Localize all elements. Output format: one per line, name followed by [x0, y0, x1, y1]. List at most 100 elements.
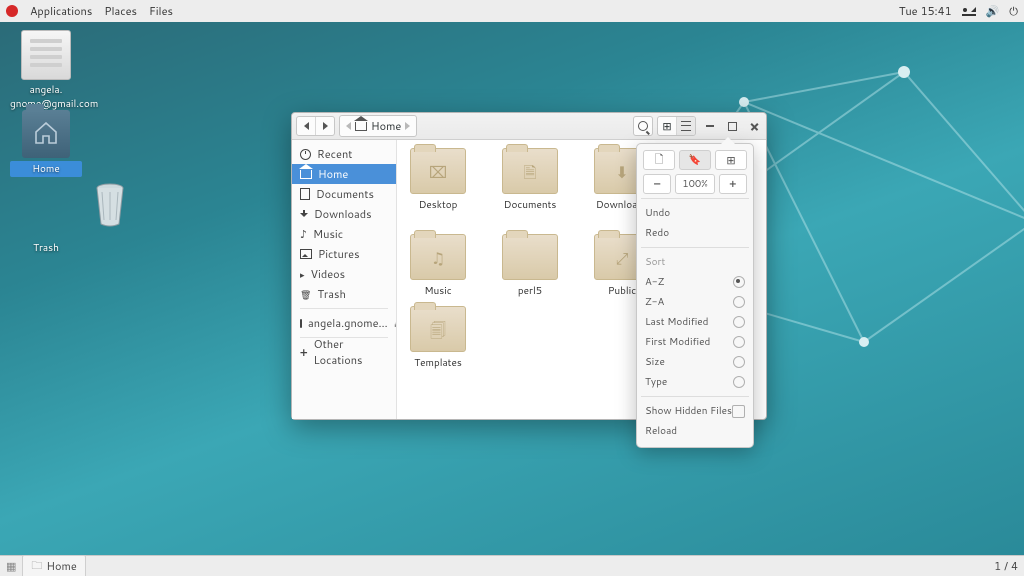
sidebar-item-videos[interactable]: Videos	[292, 264, 396, 284]
bottom-taskbar: ▦ 🗀 Home 1 / 4	[0, 555, 1024, 576]
menu-places[interactable]: Places	[104, 3, 137, 19]
plus-icon	[300, 344, 308, 360]
note-icon	[300, 226, 307, 242]
new-folder-icon	[655, 151, 664, 170]
sort-option-first-modified[interactable]: First Modified	[643, 332, 747, 352]
view-grid-button[interactable]: ⊞	[658, 117, 677, 135]
path-prev-icon	[346, 122, 351, 130]
checkbox-icon	[732, 405, 745, 418]
sidebar-item-documents[interactable]: Documents	[292, 184, 396, 204]
sidebar-item-home[interactable]: Home	[292, 164, 396, 184]
sort-option-z-a[interactable]: Z-A	[643, 292, 747, 312]
minimize-button[interactable]	[702, 118, 718, 134]
minimize-icon	[706, 125, 714, 127]
desktop-icon-remote[interactable]: angela. gnome@gmail.com	[10, 30, 82, 111]
zoom-out-button[interactable]	[643, 174, 671, 194]
maximize-icon	[728, 122, 737, 131]
menu-files[interactable]: Files	[149, 3, 173, 19]
grid-icon: ⊞	[662, 118, 671, 134]
plus-icon	[729, 177, 736, 191]
home-icon	[355, 122, 367, 131]
menu-applications[interactable]: Applications	[30, 3, 92, 19]
bookmark-icon	[689, 153, 701, 167]
sidebar-item-downloads[interactable]: Downloads	[292, 204, 396, 224]
file-item[interactable]: 🗐 Templates	[405, 306, 471, 370]
sidebar-item-music[interactable]: Music	[292, 224, 396, 244]
chevron-right-icon	[323, 122, 328, 130]
dl-icon	[300, 210, 308, 218]
list-icon	[681, 121, 691, 131]
trash-icon	[300, 286, 311, 302]
sort-option-size[interactable]: Size	[643, 352, 747, 372]
doc-icon	[300, 188, 310, 200]
sort-option-type[interactable]: Type	[643, 372, 747, 392]
folder-icon: 🗀	[31, 557, 42, 576]
close-button[interactable]	[746, 118, 762, 134]
sort-option-last-modified[interactable]: Last Modified	[643, 312, 747, 332]
sidebar-item-pictures[interactable]: Pictures	[292, 244, 396, 264]
folder-icon: ⌧	[410, 148, 466, 194]
file-item[interactable]: ♫Music	[405, 234, 471, 298]
close-icon	[750, 122, 759, 131]
path-label: Home	[371, 118, 401, 134]
home-icon	[300, 170, 312, 179]
search-button[interactable]	[634, 117, 652, 135]
maximize-button[interactable]	[724, 118, 740, 134]
sort-heading: Sort	[643, 252, 747, 272]
view-menu-popover: 100% Undo Redo Sort A-ZZ-ALast ModifiedF…	[636, 143, 754, 448]
network-icon[interactable]	[962, 6, 976, 16]
redo-item[interactable]: Redo	[643, 223, 747, 243]
new-tab-button[interactable]	[715, 150, 747, 170]
show-hidden-toggle[interactable]: Show Hidden Files	[643, 401, 747, 421]
search-icon	[638, 121, 648, 131]
radio-icon	[733, 376, 745, 388]
chevron-left-icon	[304, 122, 309, 130]
radio-icon	[733, 356, 745, 368]
distro-logo-icon	[6, 5, 18, 17]
folder-icon: 🗎	[502, 148, 558, 194]
sidebar-item-trash[interactable]: Trash	[292, 284, 396, 304]
nav-buttons	[296, 116, 335, 136]
file-label: Documents	[497, 198, 563, 212]
new-folder-button[interactable]	[643, 150, 675, 170]
zoom-level[interactable]: 100%	[675, 174, 714, 194]
top-panel: Applications Places Files Tue 15:41 🔊 ⏻	[0, 0, 1024, 23]
minus-icon	[653, 177, 661, 191]
file-item[interactable]: perl5	[497, 234, 563, 298]
desktop-icon-label: angela. gnome@gmail.com	[10, 83, 82, 111]
volume-icon[interactable]: 🔊	[986, 3, 1000, 19]
file-label: perl5	[497, 284, 563, 298]
forward-button[interactable]	[316, 117, 334, 135]
workspace-indicator[interactable]: 1 / 4	[994, 558, 1018, 574]
file-item[interactable]: ⌧ Desktop	[405, 148, 471, 226]
radio-icon	[733, 316, 745, 328]
desktop-icon-home[interactable]: Home	[10, 110, 82, 177]
file-label: Desktop	[405, 198, 471, 212]
panel-clock[interactable]: Tue 15:41	[899, 3, 952, 19]
radio-icon	[733, 296, 745, 308]
desktop-icon-label: Home	[10, 161, 82, 177]
sidebar-item-other-locations[interactable]: Other Locations	[292, 342, 396, 362]
sidebar: RecentHomeDocumentsDownloadsMusicPicture…	[292, 140, 397, 419]
folder-icon: ♫	[410, 234, 466, 280]
reload-item[interactable]: Reload	[643, 421, 747, 441]
power-icon[interactable]: ⏻	[1009, 3, 1018, 19]
zoom-in-button[interactable]	[719, 174, 747, 194]
file-label: Templates	[405, 356, 471, 370]
desktop-icon-trash[interactable]: Trash	[10, 190, 82, 255]
bookmark-button[interactable]	[679, 150, 711, 170]
new-tab-icon	[726, 152, 735, 168]
sort-option-a-z[interactable]: A-Z	[643, 272, 747, 292]
view-list-button[interactable]	[677, 117, 695, 135]
path-bar[interactable]: Home	[339, 115, 417, 137]
folder-icon: 🗐	[410, 306, 466, 352]
folder-icon	[502, 234, 558, 280]
sidebar-item-angela-gnome-[interactable]: angela.gnome…⏏	[292, 313, 396, 333]
undo-item[interactable]: Undo	[643, 203, 747, 223]
file-item[interactable]: 🗎 Documents	[497, 148, 563, 226]
back-button[interactable]	[297, 117, 316, 135]
clock-icon	[300, 149, 311, 160]
sidebar-item-recent[interactable]: Recent	[292, 144, 396, 164]
show-desktop-button[interactable]: ▦	[6, 558, 16, 574]
taskbar-entry-home[interactable]: 🗀 Home	[22, 555, 85, 576]
